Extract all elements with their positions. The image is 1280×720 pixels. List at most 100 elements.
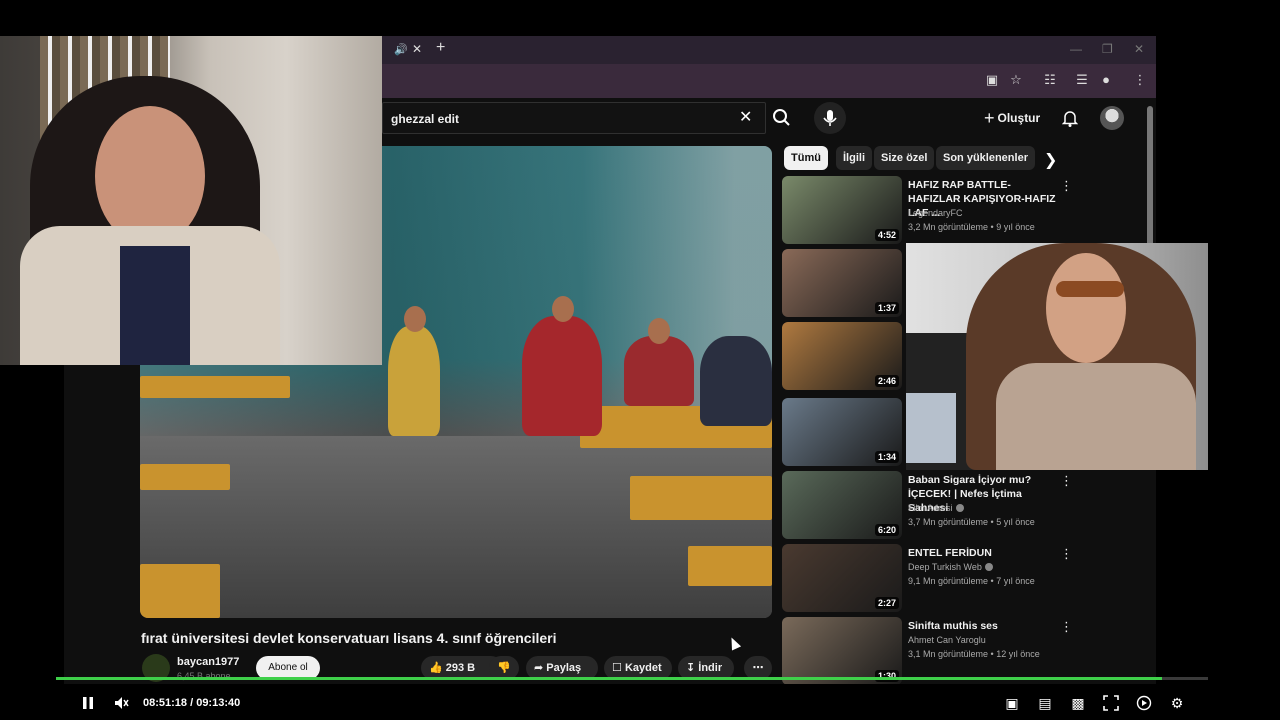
duration-badge: 1:34 xyxy=(874,451,899,463)
thumbs-up-icon: 👍 xyxy=(429,662,443,674)
speed-icon xyxy=(1136,695,1152,711)
more-icon: ⋯ xyxy=(752,662,764,674)
pause-button[interactable] xyxy=(80,695,96,711)
recommendation-title[interactable]: Sinifta muthis ses xyxy=(908,619,1058,633)
microphone-icon xyxy=(823,110,837,126)
stream-control-bar: 08:51:18 / 09:13:40 ▣ ▤ ▩ ⚙ xyxy=(0,686,1280,720)
chip-all[interactable]: Tümü xyxy=(784,146,828,170)
desk xyxy=(140,564,220,618)
pause-icon xyxy=(83,697,93,709)
more-options-icon[interactable]: ⋮ xyxy=(1060,546,1073,562)
browser-menu-icon[interactable]: ⋮ xyxy=(1132,72,1148,88)
stream-progress-bar[interactable] xyxy=(56,677,1208,680)
fullscreen-button[interactable] xyxy=(1103,695,1119,711)
share-label: Paylaş xyxy=(546,662,582,674)
recommendation-channel[interactable]: Ahmet Can Yaroglu xyxy=(908,635,986,645)
more-options-icon[interactable]: ⋮ xyxy=(1060,178,1073,194)
stream-progress-fill xyxy=(56,677,1162,680)
bookmark-star-icon[interactable]: ☆ xyxy=(1008,72,1024,88)
settings-button[interactable]: ⚙ xyxy=(1169,695,1185,711)
more-options-icon[interactable]: ⋮ xyxy=(1060,619,1073,635)
create-button[interactable]: + Oluştur xyxy=(984,108,1040,129)
video-title: fırat üniversitesi devlet konservatuarı … xyxy=(141,630,557,646)
video-thumbnail[interactable]: 1:34 xyxy=(782,398,902,466)
clapperboard-icon: ▤ xyxy=(1038,695,1052,711)
duration-badge: 6:20 xyxy=(874,524,899,536)
search-button[interactable] xyxy=(766,102,798,134)
chevron-right-icon[interactable]: ❯ xyxy=(1044,150,1057,170)
recommendation-title[interactable]: ENTEL FERİDUN xyxy=(908,546,1058,560)
recommendation-meta: 3,2 Mn görüntüleme • 9 yıl önce xyxy=(908,222,1035,232)
tab-close-icon[interactable]: ✕ xyxy=(412,42,422,56)
student-head xyxy=(404,306,426,332)
search-query: ghezzal edit xyxy=(391,112,460,126)
video-thumbnail[interactable]: 1:30 xyxy=(782,617,902,684)
recommendation-item[interactable]: 2:27 ENTEL FERİDUN Deep Turkish Web 9,1 … xyxy=(782,544,1082,612)
more-options-icon[interactable]: ⋮ xyxy=(1060,473,1073,489)
install-app-icon[interactable]: ▣ xyxy=(984,72,1000,88)
chip-recent[interactable]: Son yüklenenler xyxy=(936,146,1035,170)
recommendation-channel[interactable]: Deep Turkish Web xyxy=(908,562,993,572)
sunglasses xyxy=(1056,281,1124,297)
clip-button[interactable]: ▤ xyxy=(1037,695,1053,711)
extensions-icon[interactable]: ☷ xyxy=(1042,72,1058,88)
student-head xyxy=(648,318,670,344)
minimize-icon[interactable]: — xyxy=(1070,42,1082,56)
mute-button[interactable] xyxy=(113,695,129,711)
student xyxy=(388,326,440,436)
channel-label: Film Adresi xyxy=(908,503,953,513)
recommendation-item[interactable]: 6:20 Baban Sigara İçiyor mu? İÇECEK! | N… xyxy=(782,471,1082,539)
avatar[interactable] xyxy=(1100,106,1124,130)
clear-search-icon[interactable]: ✕ xyxy=(739,107,752,127)
chip-for-you[interactable]: Size özel xyxy=(874,146,935,170)
recommendation-item[interactable]: 4:52 HAFIZ RAP BATTLE-HAFIZLAR KAPIŞIYOR… xyxy=(782,176,1082,244)
plus-icon: + xyxy=(984,108,995,128)
student xyxy=(522,316,602,436)
thumbs-down-icon: 👎 xyxy=(497,662,511,674)
speaker-icon[interactable]: 🔊 xyxy=(394,43,408,56)
recommendation-channel[interactable]: Film Adresi xyxy=(908,503,964,513)
recommendation-channel[interactable]: LegendaryFC xyxy=(908,208,963,218)
recommendation-meta: 3,7 Mn görüntüleme • 5 yıl önce xyxy=(908,517,1035,527)
new-tab-button[interactable]: + xyxy=(436,39,445,57)
playback-speed-button[interactable] xyxy=(1136,695,1152,711)
video-thumbnail[interactable]: 1:37 xyxy=(782,249,902,317)
theatre-mode-button[interactable]: ▩ xyxy=(1070,695,1086,711)
channel-name[interactable]: baycan1977 xyxy=(177,656,239,668)
recommendation-meta: 9,1 Mn görüntüleme • 7 yıl önce xyxy=(908,576,1035,586)
download-label: İndir xyxy=(698,662,723,674)
search-input[interactable]: ghezzal edit xyxy=(382,102,766,134)
maximize-icon[interactable]: ❐ xyxy=(1102,42,1113,56)
duration-badge: 1:30 xyxy=(874,670,899,682)
notifications-bell-icon[interactable] xyxy=(1062,109,1078,127)
webcam-overlay-left xyxy=(0,36,382,365)
theatre-mode-icon: ▩ xyxy=(1071,695,1085,711)
duration-badge: 2:27 xyxy=(874,597,899,609)
window-close-icon[interactable]: ✕ xyxy=(1134,42,1144,56)
profile-icon[interactable]: ● xyxy=(1098,72,1114,88)
miniplayer-icon: ▣ xyxy=(1005,695,1019,711)
voice-search-button[interactable] xyxy=(814,102,846,134)
student xyxy=(624,336,694,406)
muted-speaker-icon xyxy=(115,697,129,709)
channel-label: Deep Turkish Web xyxy=(908,562,982,572)
duration-badge: 4:52 xyxy=(874,229,899,241)
desk xyxy=(140,376,290,398)
webcam-overlay-right xyxy=(906,243,1208,470)
scrollbar-thumb[interactable] xyxy=(1147,106,1153,256)
duration-badge: 2:46 xyxy=(874,375,899,387)
chip-related[interactable]: İlgili xyxy=(836,146,872,170)
recommendation-meta: 3,1 Mn görüntüleme • 12 yıl önce xyxy=(908,649,1040,659)
desk xyxy=(630,476,772,520)
video-thumbnail[interactable]: 2:46 xyxy=(782,322,902,390)
video-thumbnail[interactable]: 4:52 xyxy=(782,176,902,244)
classroom-floor xyxy=(140,436,772,618)
student-head xyxy=(552,296,574,322)
recommendation-item[interactable]: 1:30 Sinifta muthis ses Ahmet Can Yarogl… xyxy=(782,617,1082,684)
video-thumbnail[interactable]: 6:20 xyxy=(782,471,902,539)
media-control-icon[interactable]: ☰ xyxy=(1074,72,1090,88)
streamer-shirt xyxy=(120,246,190,365)
video-thumbnail[interactable]: 2:27 xyxy=(782,544,902,612)
miniplayer-button[interactable]: ▣ xyxy=(1004,695,1020,711)
gear-icon: ⚙ xyxy=(1170,695,1184,711)
